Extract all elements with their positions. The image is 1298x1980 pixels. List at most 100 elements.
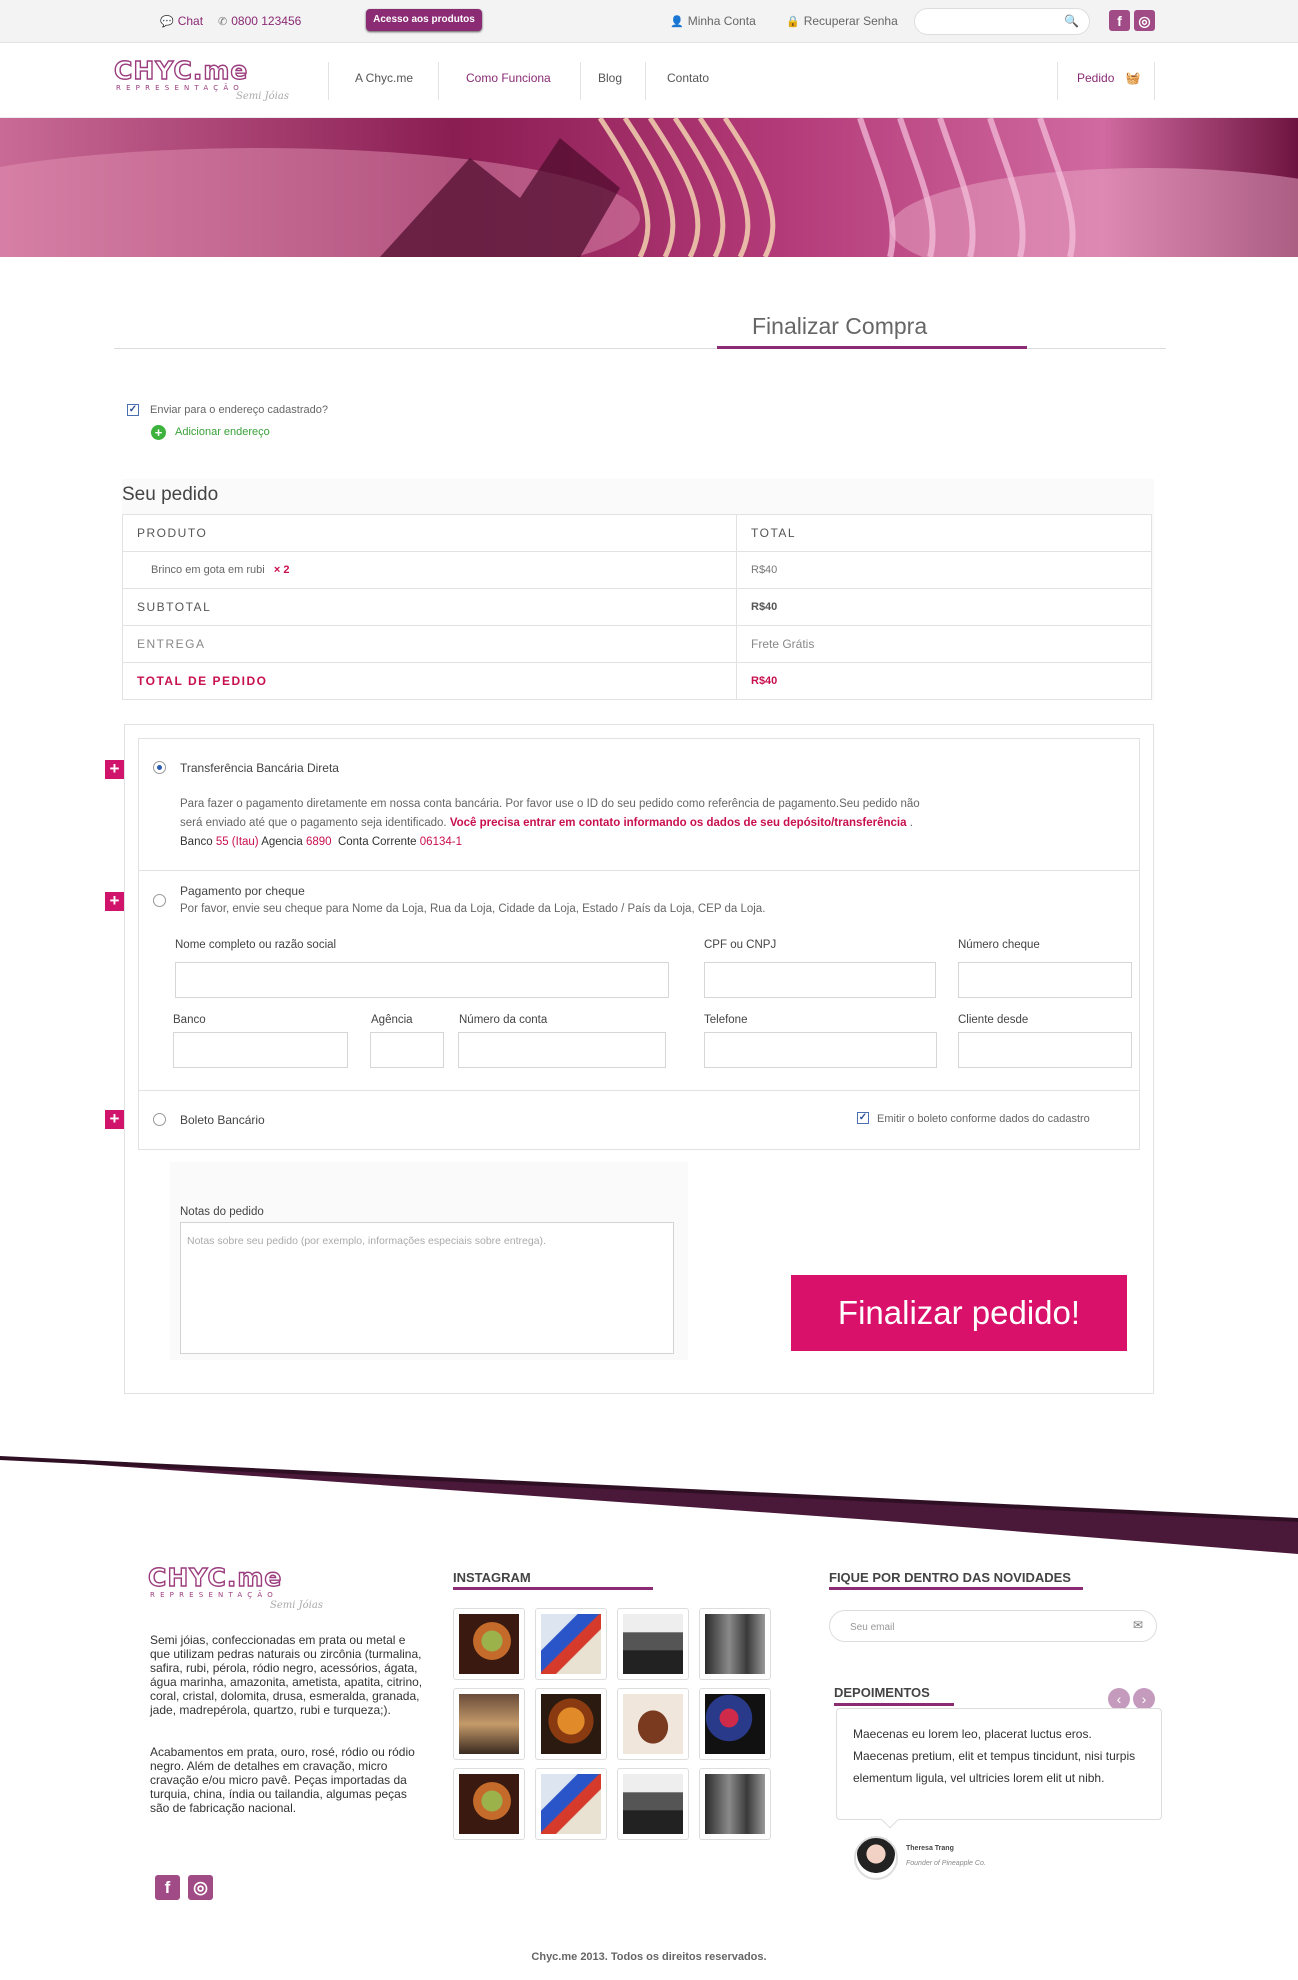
bank-field[interactable] [173, 1032, 348, 1068]
send-to-address-label: Enviar para o endereço cadastrado? [150, 404, 328, 416]
cheque-number-label: Número cheque [958, 939, 1040, 951]
bank-label: Banco [173, 1014, 206, 1026]
agency-field[interactable] [370, 1032, 444, 1068]
chat-link[interactable]: 💬 Chat [160, 14, 203, 28]
transfer-radio[interactable] [153, 761, 166, 774]
cheque-number-field[interactable] [958, 962, 1132, 998]
testimonials-heading: DEPOIMENTOS [834, 1685, 930, 1700]
name-label: Nome completo ou razão social [175, 939, 337, 951]
instagram-icon[interactable]: ◎ [1134, 10, 1155, 31]
testimonial-author-role: Founder of Pineapple Co. [906, 1860, 986, 1867]
phone-link[interactable]: ✆ 0800 123456 [218, 14, 301, 28]
footer-divider [0, 1456, 1298, 1554]
account-number-field[interactable] [458, 1032, 666, 1068]
testimonial-author: Theresa Trang [906, 1845, 954, 1852]
footer-instagram-icon[interactable]: ◎ [188, 1875, 213, 1900]
svg-text:Semi Jóias: Semi Jóias [236, 91, 289, 101]
instagram-photo[interactable] [699, 1608, 771, 1680]
boleto-radio[interactable] [153, 1113, 166, 1126]
table-row: SUBTOTAL R$40 [122, 588, 1152, 626]
col-total: TOTAL [736, 514, 1152, 552]
cheque-description: Por favor, envie seu cheque para Nome da… [180, 903, 766, 915]
cpf-label: CPF ou CNPJ [704, 939, 777, 951]
notes-textarea[interactable]: Notas sobre seu pedido (por exemplo, inf… [180, 1222, 674, 1354]
order-table: PRODUTO TOTAL Brinco em gota em rubi × 2… [122, 514, 1152, 700]
facebook-icon[interactable]: f [1109, 10, 1130, 31]
svg-text:Semi Jóias: Semi Jóias [270, 1600, 323, 1611]
chevron-left-icon[interactable]: ‹ [1108, 1688, 1130, 1710]
nav-item-blog[interactable]: Blog [598, 71, 622, 85]
footer-logo[interactable]: CHYC.me REPRESENTAÇÃO Semi Jóias [146, 1562, 336, 1614]
order-title: Seu pedido [122, 484, 219, 505]
newsletter-heading: FIQUE POR DENTRO DAS NOVIDADES [829, 1570, 1071, 1585]
account-number-label: Número da conta [459, 1014, 548, 1026]
lock-icon: 🔒 [786, 16, 800, 28]
name-field[interactable] [175, 962, 669, 998]
basket-icon: 🧺 [1125, 71, 1141, 85]
expand-boleto-icon[interactable]: + [105, 1110, 124, 1129]
phone-field[interactable] [704, 1032, 937, 1068]
instagram-photo[interactable] [617, 1768, 689, 1840]
phone-icon: ✆ [218, 16, 228, 28]
agency-label: Agência [371, 1014, 413, 1026]
add-address-link[interactable]: Adicionar endereço [175, 426, 270, 438]
table-row: TOTAL DE PEDIDO R$40 [122, 662, 1152, 700]
instagram-grid [453, 1608, 771, 1843]
expand-cheque-icon[interactable]: + [105, 892, 124, 911]
access-products-button[interactable]: Acesso aos produtos [366, 9, 482, 31]
copyright: Chyc.me 2013. Todos os direitos reservad… [531, 1951, 767, 1963]
add-icon[interactable]: + [151, 425, 166, 440]
cpf-field[interactable] [704, 962, 936, 998]
send-to-registered-address-checkbox[interactable]: ✓ [127, 404, 139, 416]
search-icon: 🔍 [1064, 14, 1079, 28]
footer-about-1: Semi jóias, confeccionadas em prata ou m… [150, 1633, 423, 1717]
recover-password-link[interactable]: 🔒 Recuperar Senha [786, 14, 898, 28]
chevron-right-icon[interactable]: › [1133, 1688, 1155, 1710]
instagram-photo[interactable] [453, 1608, 525, 1680]
instagram-photo[interactable] [699, 1688, 771, 1760]
search-input[interactable]: 🔍 [914, 8, 1090, 35]
boleto-title: Boleto Bancário [180, 1113, 265, 1127]
svg-text:CHYC.me: CHYC.me [148, 1564, 282, 1592]
phone-label: Telefone [704, 1014, 748, 1026]
my-account-link[interactable]: 👤 Minha Conta [670, 14, 756, 28]
hero-banner [0, 118, 1298, 257]
instagram-heading: INSTAGRAM [453, 1570, 531, 1585]
top-bar: 💬 Chat ✆ 0800 123456 Acesso aos produtos 👤… [0, 0, 1298, 43]
boleto-option-label: Emitir o boleto conforme dados do cadast… [877, 1113, 1090, 1125]
item-total: R$40 [736, 551, 1152, 589]
instagram-photo[interactable] [535, 1608, 607, 1680]
instagram-photo[interactable] [453, 1688, 525, 1760]
send-email-icon[interactable]: ✉ [1133, 1618, 1143, 1632]
user-icon: 👤 [670, 16, 684, 28]
transfer-title: Transferência Bancária Direta [180, 761, 339, 775]
instagram-photo[interactable] [617, 1688, 689, 1760]
boleto-registered-data-checkbox[interactable]: ✓ [857, 1112, 869, 1124]
page-title: Finalizar Compra [752, 313, 928, 339]
table-row: Brinco em gota em rubi × 2 R$40 [122, 551, 1152, 589]
logo[interactable]: CHYC.me REPRESENTAÇÃO Semi Jóias [112, 55, 302, 102]
testimonial-quote: Maecenas eu lorem leo, placerat luctus e… [836, 1708, 1162, 1820]
instagram-photo[interactable] [535, 1768, 607, 1840]
cart-link[interactable]: Pedido 🧺 [1077, 71, 1141, 85]
main-nav: CHYC.me REPRESENTAÇÃO Semi Jóias A Chyc.… [0, 43, 1298, 118]
nav-item-contact[interactable]: Contato [667, 71, 709, 85]
svg-text:REPRESENTAÇÃO: REPRESENTAÇÃO [116, 83, 244, 92]
footer-about-2: Acabamentos em prata, ouro, rosé, ródio … [150, 1745, 415, 1815]
instagram-photo[interactable] [535, 1688, 607, 1760]
instagram-photo[interactable] [699, 1768, 771, 1840]
instagram-photo[interactable] [453, 1768, 525, 1840]
chat-icon: 💬 [160, 16, 174, 28]
expand-transfer-icon[interactable]: + [105, 760, 124, 779]
instagram-photo[interactable] [617, 1608, 689, 1680]
footer-facebook-icon[interactable]: f [155, 1875, 180, 1900]
nav-item-how-it-works[interactable]: Como Funciona [466, 71, 551, 85]
item-cell: Brinco em gota em rubi × 2 [122, 551, 737, 589]
subtotal-label: SUBTOTAL [122, 588, 737, 626]
newsletter-email-input[interactable]: Seu email [829, 1610, 1157, 1642]
nav-item-about[interactable]: A Chyc.me [355, 71, 413, 85]
total-value: R$40 [736, 662, 1152, 700]
finalize-order-button[interactable]: Finalizar pedido! [791, 1275, 1127, 1351]
client-since-field[interactable] [958, 1032, 1132, 1068]
cheque-radio[interactable] [153, 894, 166, 907]
